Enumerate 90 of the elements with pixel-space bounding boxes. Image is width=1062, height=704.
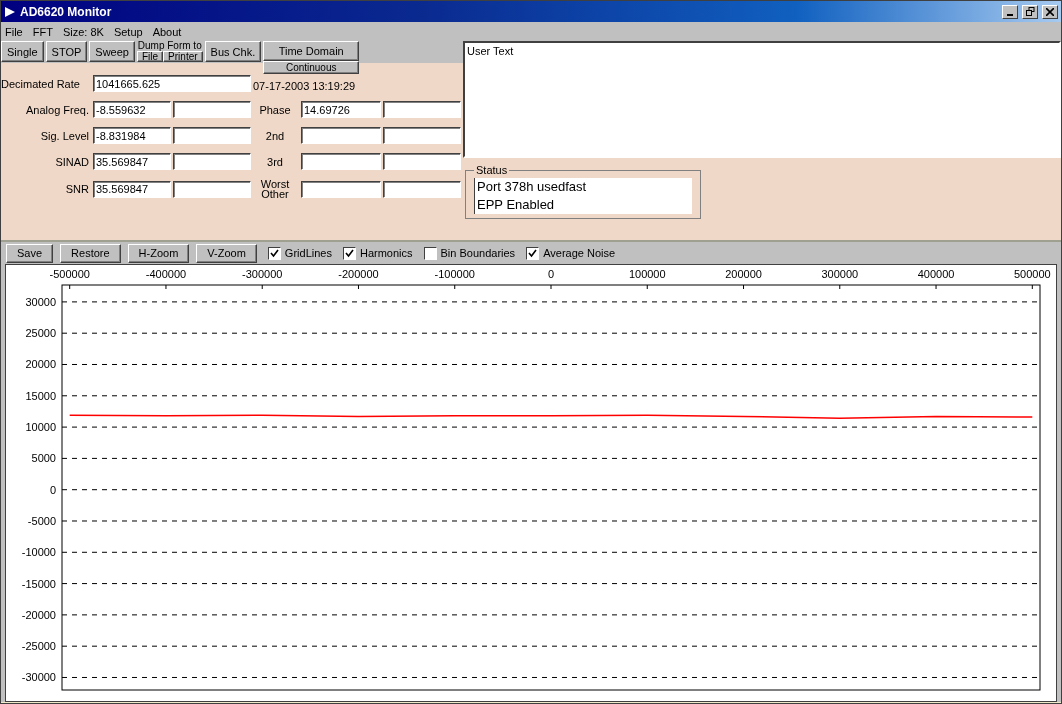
input-field[interactable]: [301, 153, 381, 170]
menu-item[interactable]: Size: 8K: [62, 25, 104, 38]
checkbox[interactable]: [423, 246, 437, 260]
y-tick-label: 30000: [25, 295, 56, 308]
field-label: Analog Freq.: [25, 104, 90, 115]
field-label: Decimated Rate: [1, 78, 81, 89]
input-field[interactable]: [301, 180, 381, 198]
plot-button[interactable]: Restore: [60, 243, 121, 263]
input-field[interactable]: 14.69726: [301, 101, 381, 118]
x-tick-label: 0: [547, 268, 555, 280]
x-tick-label: 100000: [628, 268, 666, 280]
menu-item[interactable]: Setup: [113, 25, 143, 38]
x-tick-label: 400000: [917, 268, 955, 280]
field-label: Sig. Level: [39, 130, 90, 141]
checkbox[interactable]: [526, 246, 540, 260]
input-field[interactable]: -8.831984: [93, 127, 171, 144]
checkbox-option[interactable]: Harmonics: [342, 246, 413, 260]
input-field[interactable]: [301, 127, 381, 144]
field-label: 2nd: [264, 130, 286, 141]
y-tick-label: -25000: [21, 640, 56, 653]
x-tick-label: -200000: [338, 268, 379, 280]
field-label: SNR: [64, 184, 90, 194]
input-field[interactable]: [383, 101, 461, 118]
check-icon: [344, 248, 354, 258]
checkbox-option[interactable]: Bin Boundaries: [423, 246, 516, 260]
x-tick-label: 300000: [821, 268, 859, 280]
checkbox[interactable]: [342, 246, 356, 260]
x-tick-label: -400000: [145, 268, 187, 280]
toolbar-button[interactable]: Continuous: [263, 61, 360, 74]
y-tick-label: 15000: [25, 389, 56, 402]
input-field[interactable]: -8.559632: [93, 101, 171, 118]
input-field[interactable]: [383, 127, 461, 144]
input-field[interactable]: [173, 101, 251, 118]
plot-button[interactable]: Save: [6, 243, 54, 263]
menu-item[interactable]: FFT: [32, 25, 53, 38]
field-label: SINAD: [54, 156, 90, 167]
toolbar-button[interactable]: Sweep: [89, 41, 135, 62]
minimize-icon: [1007, 13, 1013, 16]
check-icon: [528, 248, 538, 258]
window-title: AD6620 Monitor: [20, 4, 113, 19]
close-icon: [1046, 7, 1054, 16]
dump-label: Dump Form to: [137, 41, 202, 51]
y-tick-label: -30000: [21, 671, 56, 684]
input-field[interactable]: 1041665.625: [93, 75, 251, 92]
timestamp: 07-17-2003 13:19:29: [253, 80, 357, 92]
toolbar-button[interactable]: STOP: [45, 41, 88, 62]
restore-icon: [1025, 7, 1035, 16]
status-title: Status: [475, 164, 509, 176]
checkbox-option[interactable]: GridLines: [267, 246, 332, 260]
y-tick-label: 0: [49, 483, 56, 496]
y-tick-label: -20000: [21, 608, 56, 621]
restore-button[interactable]: [1022, 4, 1038, 19]
minimize-button[interactable]: [1002, 4, 1018, 19]
y-tick-label: -5000: [27, 515, 56, 527]
menu-item[interactable]: About: [152, 25, 182, 38]
field-label: 3rd: [266, 156, 284, 167]
y-tick-label: 10000: [25, 421, 56, 434]
x-tick-label: 200000: [725, 268, 762, 280]
plot-button[interactable]: V-Zoom: [196, 243, 257, 263]
toolbar-button[interactable]: Time Domain: [263, 41, 360, 61]
x-tick-label: -100000: [434, 268, 475, 280]
menu-item[interactable]: File: [5, 25, 23, 38]
dump-button[interactable]: File: [137, 51, 164, 62]
input-field[interactable]: 35.569847: [93, 153, 171, 170]
checkbox-option[interactable]: Average Noise: [526, 246, 616, 260]
input-field[interactable]: [383, 153, 461, 170]
x-tick-label: 500000: [1013, 268, 1051, 280]
user-text-area[interactable]: User Text: [463, 41, 1061, 158]
check-icon: [269, 248, 279, 258]
app-icon: [4, 5, 16, 18]
plot-button[interactable]: H-Zoom: [127, 243, 190, 263]
toolbar-button[interactable]: Bus Chk.: [204, 41, 262, 62]
y-tick-label: 20000: [25, 358, 56, 371]
field-label: Phase: [258, 104, 292, 115]
toolbar-button[interactable]: Single: [1, 41, 44, 62]
close-button[interactable]: [1042, 4, 1058, 19]
y-tick-label: 25000: [25, 327, 56, 340]
x-tick-label: -500000: [49, 268, 90, 280]
field-label: Worst Other: [259, 179, 291, 199]
input-field[interactable]: [173, 180, 251, 198]
checkbox[interactable]: [267, 246, 281, 260]
input-field[interactable]: [383, 180, 461, 198]
input-field[interactable]: [173, 153, 251, 170]
x-tick-label: -300000: [242, 268, 283, 280]
y-tick-label: -15000: [21, 577, 56, 590]
dump-button[interactable]: Printer: [163, 51, 203, 62]
y-tick-label: 5000: [31, 452, 56, 465]
input-field[interactable]: [173, 127, 251, 144]
y-tick-label: -10000: [21, 546, 56, 559]
input-field[interactable]: 35.569847: [93, 180, 171, 198]
